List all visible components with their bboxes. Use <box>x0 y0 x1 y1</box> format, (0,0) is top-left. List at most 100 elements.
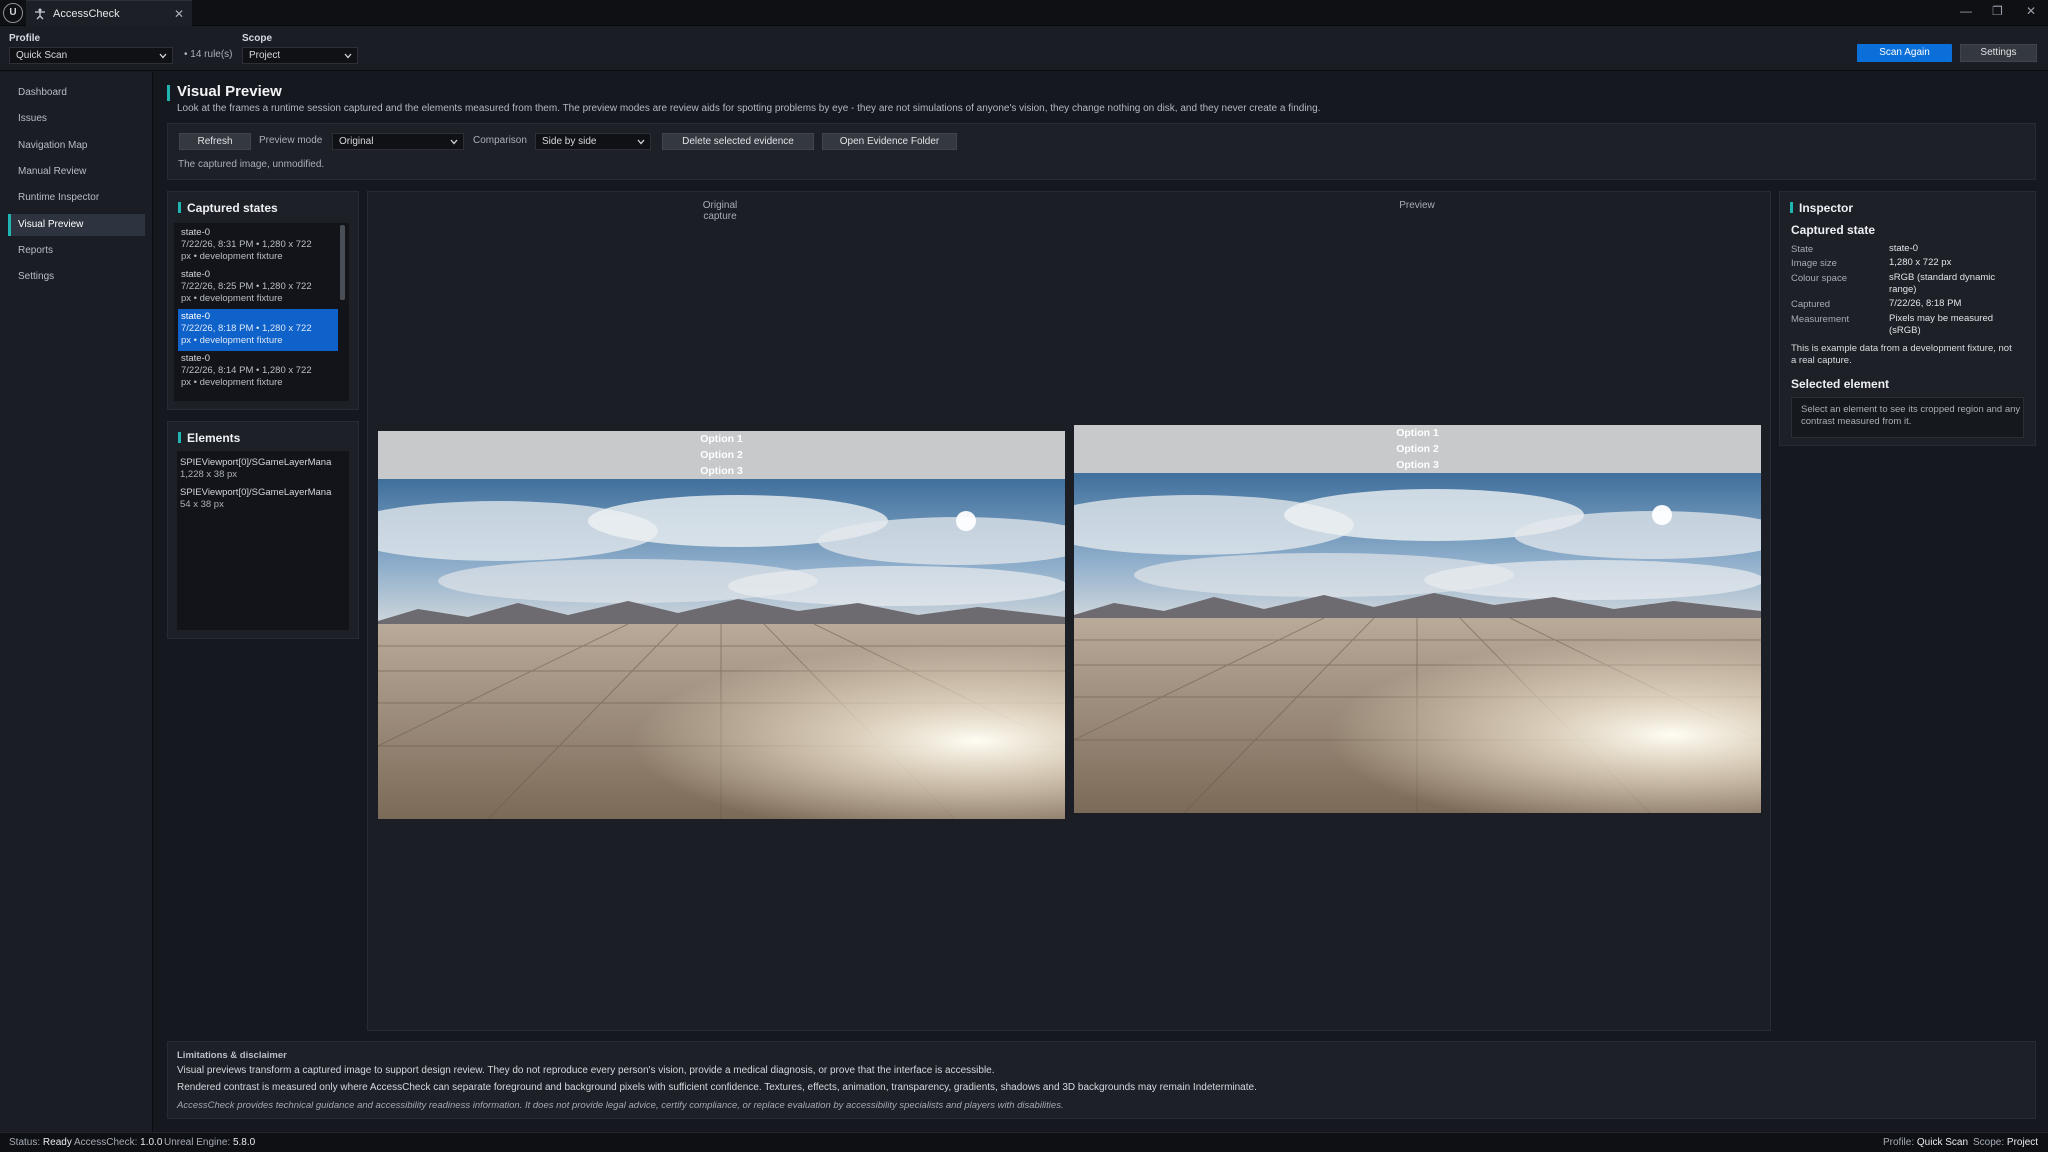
state-name: state-0 <box>181 311 211 322</box>
state-name: state-0 <box>181 269 211 280</box>
disclaimer-title: Limitations & disclaimer <box>177 1050 287 1061</box>
element-size: 1,228 x 38 px <box>180 469 238 480</box>
scope-indicator: Scope: Project <box>1973 1137 2038 1148</box>
tab-accesscheck[interactable]: AccessCheck ✕ <box>26 0 192 26</box>
comparison-value: Side by side <box>542 136 597 147</box>
sidebar-item-navigation-map[interactable]: Navigation Map <box>8 135 145 157</box>
state-meta: px • development fixture <box>181 335 283 346</box>
title-bar: U AccessCheck ✕ — ❐ ✕ <box>0 0 2048 26</box>
page-title: Visual Preview <box>177 83 282 100</box>
status-scope-value: Project <box>2006 1137 2039 1148</box>
engine-value: 5.8.0 <box>232 1137 256 1148</box>
sidebar-item-dashboard[interactable]: Dashboard <box>8 82 145 104</box>
engine-label: Unreal Engine: <box>164 1137 231 1148</box>
version-label: AccessCheck: <box>74 1137 138 1148</box>
preview-mode-value: Original <box>339 136 374 147</box>
list-item[interactable]: SPIEViewport[0]/SGameLayerMana 54 x 38 p… <box>180 487 348 511</box>
delete-evidence-button[interactable]: Delete selected evidence <box>662 133 814 150</box>
close-icon[interactable]: ✕ <box>174 7 184 21</box>
selected-element-heading: Selected element <box>1791 377 1890 391</box>
state-meta: 7/22/26, 8:18 PM • 1,280 x 722 <box>181 323 312 334</box>
inspector-value: Pixels may be measured (sRGB) <box>1889 313 1994 336</box>
preview-mode-dropdown[interactable]: Original <box>332 133 464 150</box>
list-item[interactable]: state-0 7/22/26, 8:25 PM • 1,280 x 722 p… <box>178 267 338 309</box>
profile-indicator: Profile: Quick Scan <box>1883 1137 1968 1148</box>
inspector-value: sRGB (standard dynamic range) <box>1889 272 1996 295</box>
tab-title: AccessCheck <box>53 8 120 20</box>
state-meta: 7/22/26, 8:31 PM • 1,280 x 722 <box>181 239 312 250</box>
list-item-selected[interactable]: state-0 7/22/26, 8:18 PM • 1,280 x 722 p… <box>178 309 338 351</box>
rule-count: • 14 rule(s) <box>184 49 233 60</box>
settings-button[interactable]: Settings <box>1960 44 2037 62</box>
status-scope-label: Scope: <box>1973 1137 2005 1148</box>
open-evidence-folder-button[interactable]: Open Evidence Folder <box>822 133 957 150</box>
state-meta: px • development fixture <box>181 377 283 388</box>
app-window: U AccessCheck ✕ — ❐ ✕ Profile Quick Scan… <box>0 0 2048 1152</box>
captured-states-list[interactable]: state-0 7/22/26, 8:31 PM • 1,280 x 722 p… <box>174 223 349 401</box>
captured-states-title: Captured states <box>187 201 278 215</box>
status-bar: Status: Ready AccessCheck: 1.0.0 Unreal … <box>0 1132 2048 1152</box>
list-item[interactable]: state-0 7/22/26, 8:31 PM • 1,280 x 722 p… <box>178 225 338 267</box>
sidebar-item-issues[interactable]: Issues <box>8 108 145 130</box>
state-meta: px • development fixture <box>181 251 283 262</box>
disclaimer-line: Rendered contrast is measured only where… <box>177 1082 1257 1093</box>
original-header: Original capture <box>680 200 760 222</box>
restore-icon[interactable]: ❐ <box>1992 4 2003 18</box>
option-1-label: Option 1 <box>1396 427 1439 439</box>
scope-dropdown[interactable]: Project <box>242 47 358 64</box>
option-2-label: Option 2 <box>1396 443 1439 455</box>
status-label: Status: <box>9 1137 41 1148</box>
profile-dropdown[interactable]: Quick Scan <box>9 47 173 64</box>
element-name: SPIEViewport[0]/SGameLayerMana <box>180 457 332 468</box>
state-meta: 7/22/26, 8:14 PM • 1,280 x 722 <box>181 365 312 376</box>
chevron-down-icon <box>159 53 167 59</box>
state-name: state-0 <box>181 227 211 238</box>
page-description: Look at the frames a runtime session cap… <box>177 103 1321 114</box>
captured-states-scrollbar[interactable] <box>340 225 345 300</box>
captured-state-heading: Captured state <box>1791 223 1876 237</box>
chevron-down-icon <box>637 139 645 145</box>
version-indicator: AccessCheck: 1.0.0 <box>74 1137 162 1148</box>
list-item[interactable]: SPIEViewport[0]/SGameLayerMana 1,228 x 3… <box>180 457 348 481</box>
inspector-value: 1,280 x 722 px <box>1889 257 1952 268</box>
sidebar-item-settings[interactable]: Settings <box>8 266 145 288</box>
inspector-accent <box>1790 202 1793 213</box>
sidebar: Dashboard Issues Navigation Map Manual R… <box>0 72 153 1132</box>
minimize-icon[interactable]: — <box>1960 4 1972 18</box>
sidebar-item-manual-review[interactable]: Manual Review <box>8 161 145 183</box>
sidebar-item-runtime-inspector[interactable]: Runtime Inspector <box>8 187 145 209</box>
status-profile-value: Quick Scan <box>1916 1137 1969 1148</box>
window-close-icon[interactable]: ✕ <box>2026 4 2036 18</box>
scan-again-button[interactable]: Scan Again <box>1857 44 1952 62</box>
sidebar-item-visual-preview[interactable]: Visual Preview <box>8 214 145 236</box>
unreal-logo-icon: U <box>3 3 23 23</box>
status-value: Ready <box>42 1137 72 1148</box>
inspector-key: Captured <box>1791 299 1831 310</box>
elements-accent <box>178 432 181 443</box>
refresh-button[interactable]: Refresh <box>179 133 251 150</box>
option-1-label: Option 1 <box>700 433 743 445</box>
list-item[interactable]: state-0 7/22/26, 8:14 PM • 1,280 x 722 p… <box>178 351 338 393</box>
sky-scene-image <box>378 431 1065 819</box>
inspector-key: Colour space <box>1791 273 1847 284</box>
inspector-value: state-0 <box>1889 243 1919 254</box>
profile-value: Quick Scan <box>16 50 68 61</box>
toolbar: Profile Quick Scan Scope Project Scan Ag… <box>0 26 2048 71</box>
inspector-key: State <box>1791 244 1814 255</box>
version-value: 1.0.0 <box>140 1137 163 1148</box>
captured-states-accent <box>178 202 181 213</box>
sky-scene-image <box>1074 425 1761 813</box>
chevron-down-icon <box>344 53 352 59</box>
inspector-key: Image size <box>1791 258 1837 269</box>
sidebar-item-reports[interactable]: Reports <box>8 240 145 262</box>
comparison-dropdown[interactable]: Side by side <box>535 133 651 150</box>
engine-indicator: Unreal Engine: 5.8.0 <box>164 1137 255 1148</box>
title-accent <box>167 85 170 101</box>
original-header-line: capture <box>703 211 737 222</box>
preview-header: Preview <box>1399 200 1435 211</box>
comparison-label: Comparison <box>473 135 527 146</box>
controls-panel <box>167 123 2036 180</box>
preview-image: Option 1 Option 2 Option 3 <box>1074 425 1761 813</box>
option-3-label: Option 3 <box>1396 459 1439 471</box>
preview-mode-label: Preview mode <box>259 135 323 146</box>
